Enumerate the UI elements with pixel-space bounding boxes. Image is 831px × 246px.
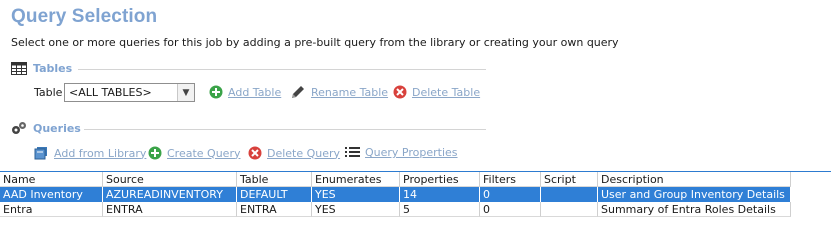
delete-icon [393, 85, 407, 99]
table-select[interactable]: <ALL TABLES> ▼ [64, 83, 195, 102]
table-row[interactable]: Entra ENTRA ENTRA YES 5 0 Summary of Ent… [0, 202, 831, 217]
create-query-label: Create Query [167, 146, 241, 160]
cell-source: AZUREADINVENTORY [103, 187, 237, 202]
tables-section-divider [78, 69, 486, 70]
column-header-name[interactable]: Name [0, 172, 103, 187]
page-title: Query Selection [11, 6, 158, 27]
column-header-table[interactable]: Table [237, 172, 312, 187]
pencil-icon [290, 84, 306, 100]
query-properties-button[interactable]: Query Properties [345, 146, 458, 159]
cell-enumerates: YES [312, 187, 400, 202]
rename-table-button[interactable]: Rename Table [290, 84, 388, 100]
delete-query-label: Delete Query [267, 146, 341, 160]
cell-description: Summary of Entra Roles Details [598, 202, 791, 217]
add-icon [148, 146, 162, 160]
delete-icon [248, 146, 262, 160]
add-table-button[interactable]: Add Table [209, 85, 281, 99]
cell-script [541, 202, 598, 217]
cell-table: ENTRA [237, 202, 312, 217]
column-header-filters[interactable]: Filters [480, 172, 541, 187]
column-header-source[interactable]: Source [103, 172, 237, 187]
column-header-script[interactable]: Script [541, 172, 598, 187]
rename-table-label: Rename Table [311, 85, 389, 99]
chevron-down-icon[interactable]: ▼ [177, 84, 194, 101]
table-icon [11, 61, 27, 75]
cell-source: ENTRA [103, 202, 237, 217]
gears-icon [11, 121, 27, 135]
cell-name: AAD Inventory [0, 187, 103, 202]
table-row[interactable]: AAD Inventory AZUREADINVENTORY DEFAULT Y… [0, 187, 831, 202]
queries-section-divider [84, 129, 486, 130]
cell-script [541, 187, 598, 202]
cell-properties: 14 [400, 187, 480, 202]
create-query-button[interactable]: Create Query [148, 146, 240, 160]
cell-name: Entra [0, 202, 103, 217]
cell-filters: 0 [480, 187, 541, 202]
queries-grid: Name Source Table Enumerates Properties … [0, 171, 831, 217]
column-header-enumerates[interactable]: Enumerates [312, 172, 400, 187]
add-from-library-label: Add from Library [54, 146, 147, 160]
tables-section-header: Tables [11, 60, 72, 76]
cell-properties: 5 [400, 202, 480, 217]
delete-table-label: Delete Table [412, 85, 481, 99]
cell-filters: 0 [480, 202, 541, 217]
cell-description: User and Group Inventory Details [598, 187, 791, 202]
table-select-value: <ALL TABLES> [69, 86, 152, 99]
queries-section-title: Queries [33, 121, 81, 135]
grid-header-row: Name Source Table Enumerates Properties … [0, 172, 831, 187]
cell-table: DEFAULT [237, 187, 312, 202]
tables-section-title: Tables [33, 61, 73, 75]
queries-section-header: Queries [11, 120, 81, 136]
list-icon [345, 146, 360, 159]
delete-query-button[interactable]: Delete Query [248, 146, 340, 160]
delete-table-button[interactable]: Delete Table [393, 85, 480, 99]
add-table-label: Add Table [228, 85, 282, 99]
query-properties-label: Query Properties [365, 146, 458, 159]
cell-enumerates: YES [312, 202, 400, 217]
add-from-library-button[interactable]: Add from Library [34, 146, 146, 160]
table-select-label: Table [34, 86, 63, 99]
book-icon [34, 146, 49, 160]
column-header-properties[interactable]: Properties [400, 172, 480, 187]
column-header-description[interactable]: Description [598, 172, 791, 187]
page-subtitle: Select one or more queries for this job … [11, 36, 619, 49]
add-icon [209, 85, 223, 99]
